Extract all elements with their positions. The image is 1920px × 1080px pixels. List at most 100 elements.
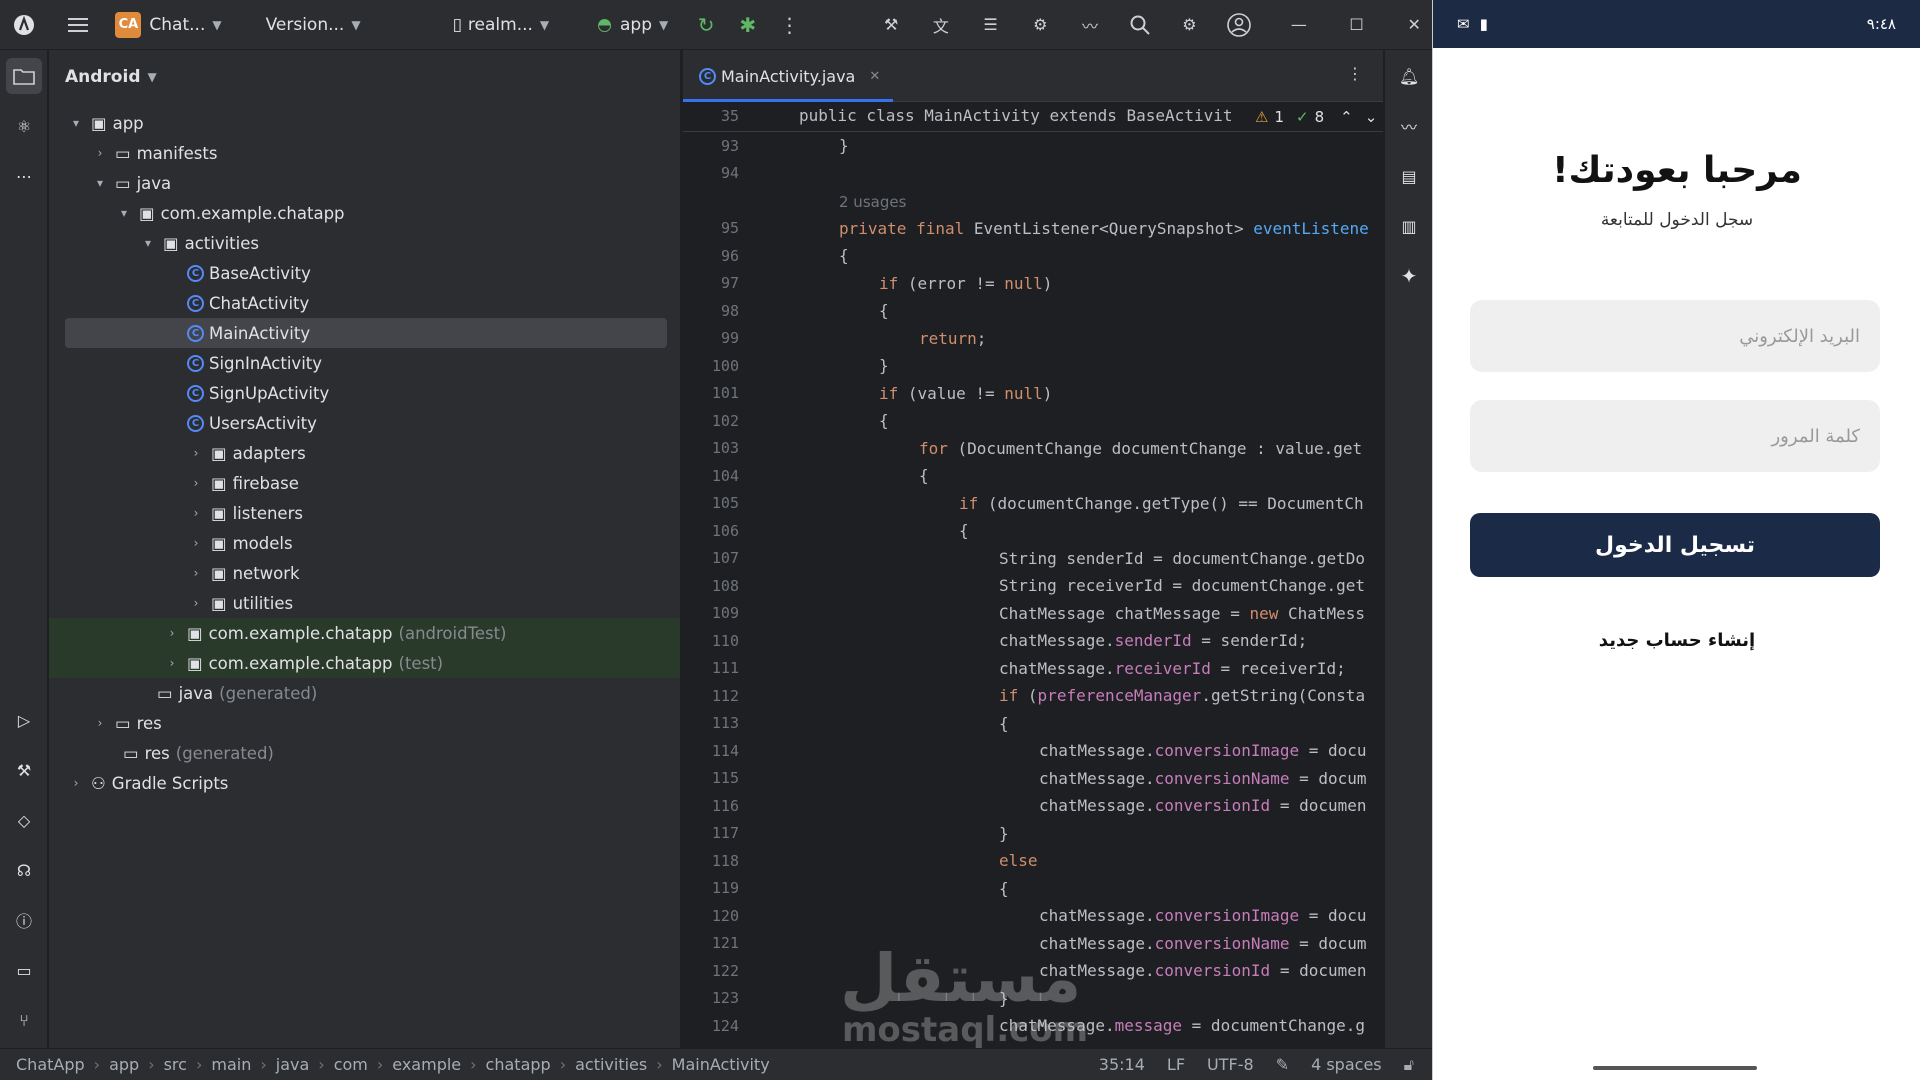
line-number[interactable]: 120 xyxy=(683,907,739,925)
line-number[interactable]: 102 xyxy=(683,412,739,430)
tree-item-package[interactable]: ▾ ▣ com.example.chatapp xyxy=(49,198,680,228)
breadcrumb-item[interactable]: ChatApp xyxy=(16,1055,85,1074)
debug-icon[interactable]: ✱ xyxy=(730,7,766,43)
device-selector[interactable]: ▯ realm... ▼ xyxy=(453,15,550,35)
collapse-arrow-icon[interactable]: › xyxy=(165,626,179,640)
code-line[interactable]: 96 { xyxy=(683,242,1383,270)
expand-arrow-icon[interactable]: ▾ xyxy=(141,236,155,250)
breadcrumb-item[interactable]: example xyxy=(392,1055,461,1074)
code-line[interactable]: 93} xyxy=(683,132,1383,160)
line-number[interactable]: 96 xyxy=(683,247,739,265)
tree-item-androidtest[interactable]: › ▣ com.example.chatapp (androidTest) xyxy=(49,618,680,648)
account-avatar-icon[interactable] xyxy=(1221,7,1257,43)
collapse-arrow-icon[interactable]: › xyxy=(189,476,203,490)
line-separator[interactable]: LF xyxy=(1167,1055,1185,1074)
line-number[interactable]: 119 xyxy=(683,879,739,897)
line-number[interactable]: 116 xyxy=(683,797,739,815)
caret-position[interactable]: 35:14 xyxy=(1099,1055,1145,1074)
code-style-icon[interactable]: ✎ xyxy=(1276,1055,1289,1074)
tree-item-models[interactable]: › ▣ models xyxy=(49,528,680,558)
code-line[interactable]: 104 { xyxy=(683,462,1383,490)
tree-item-baseactivity[interactable]: C BaseActivity xyxy=(49,258,680,288)
line-number[interactable]: 123 xyxy=(683,989,739,1007)
collapse-arrow-icon[interactable]: › xyxy=(189,506,203,520)
line-number[interactable]: 107 xyxy=(683,549,739,567)
code-line[interactable]: 98 { xyxy=(683,297,1383,325)
code-line[interactable]: 117} xyxy=(683,820,1383,848)
device-manager-icon[interactable]: ⚙ xyxy=(1022,7,1058,43)
line-number[interactable]: 112 xyxy=(683,687,739,705)
file-encoding[interactable]: UTF-8 xyxy=(1207,1055,1254,1074)
android-studio-logo-icon[interactable] xyxy=(6,7,42,43)
settings-gear-icon[interactable]: ⚙ xyxy=(1172,7,1208,43)
line-number[interactable]: 97 xyxy=(683,274,739,292)
code-line[interactable]: 119 { xyxy=(683,875,1383,903)
line-number[interactable]: 101 xyxy=(683,384,739,402)
line-number[interactable]: 104 xyxy=(683,467,739,485)
git-branch-icon[interactable]: ⑂ xyxy=(6,1002,42,1038)
tree-item-test[interactable]: › ▣ com.example.chatapp (test) xyxy=(49,648,680,678)
maximize-icon[interactable]: ☐ xyxy=(1339,7,1375,43)
code-line[interactable]: 112 if (preferenceManager.getString(Const… xyxy=(683,682,1383,710)
code-line[interactable]: 107 String senderId = documentChange.getD… xyxy=(683,545,1383,573)
line-number[interactable]: 105 xyxy=(683,494,739,512)
breadcrumb-item[interactable]: app xyxy=(109,1055,139,1074)
breadcrumb-item[interactable]: src xyxy=(164,1055,187,1074)
breadcrumb-item[interactable]: chatapp xyxy=(486,1055,551,1074)
previous-highlight-icon[interactable]: ⌃ xyxy=(1340,108,1353,126)
tree-item-firebase[interactable]: › ▣ firebase xyxy=(49,468,680,498)
expand-arrow-icon[interactable]: ▾ xyxy=(93,176,107,190)
tree-item-java-generated[interactable]: ▭ java (generated) xyxy=(49,678,680,708)
problems-icon[interactable]: ⓘ xyxy=(6,902,42,938)
project-view-selector[interactable]: Android ▼ xyxy=(49,50,680,104)
device-explorer-icon[interactable]: ▥ xyxy=(1391,208,1427,244)
collapse-arrow-icon[interactable]: › xyxy=(189,566,203,580)
tree-item-usersactivity[interactable]: C UsersActivity xyxy=(49,408,680,438)
code-line[interactable]: 100} xyxy=(683,352,1383,380)
collapse-arrow-icon[interactable]: › xyxy=(69,776,83,790)
code-line[interactable]: 101 if (value != null) xyxy=(683,380,1383,408)
minimize-icon[interactable]: — xyxy=(1281,7,1317,43)
gemini-sparkle-icon[interactable]: ✦ xyxy=(1391,258,1427,294)
password-field[interactable]: كلمة المرور xyxy=(1470,400,1880,472)
code-line[interactable]: 105 if (documentChange.getType() == Docum… xyxy=(683,490,1383,518)
device-streaming-icon[interactable]: 〰 xyxy=(1391,108,1427,144)
logcat-icon[interactable]: ☊ xyxy=(6,852,42,888)
tree-item-utilities[interactable]: › ▣ utilities xyxy=(49,588,680,618)
collapse-arrow-icon[interactable]: › xyxy=(93,716,107,730)
code-line[interactable]: 103 for (DocumentChange documentChange : … xyxy=(683,435,1383,463)
indent-setting[interactable]: 4 spaces xyxy=(1311,1055,1382,1074)
code-line[interactable]: 120 chatMessage.conversionImage = docu xyxy=(683,902,1383,930)
code-line[interactable]: 111 chatMessage.receiverId = receiverId; xyxy=(683,655,1383,683)
line-number[interactable]: 118 xyxy=(683,852,739,870)
more-actions-icon[interactable]: ⋮ xyxy=(772,7,808,43)
close-tab-icon[interactable]: ✕ xyxy=(869,69,880,84)
close-icon[interactable]: ✕ xyxy=(1396,7,1432,43)
line-number[interactable]: 99 xyxy=(683,329,739,347)
build-icon[interactable]: ⚒ xyxy=(6,752,42,788)
translate-icon[interactable]: 文 xyxy=(923,7,959,43)
code-line[interactable]: 115 chatMessage.conversionName = docum xyxy=(683,765,1383,793)
line-number[interactable]: 114 xyxy=(683,742,739,760)
code-line[interactable]: 97 if (error != null) xyxy=(683,270,1383,298)
breadcrumb-item[interactable]: com xyxy=(334,1055,368,1074)
code-line[interactable]: 114 chatMessage.conversionImage = docu xyxy=(683,737,1383,765)
version-control-menu[interactable]: Version... ▼ xyxy=(266,15,361,35)
search-icon[interactable] xyxy=(1122,7,1158,43)
code-line[interactable]: 113 { xyxy=(683,710,1383,738)
tree-item-java[interactable]: ▾ ▭ java xyxy=(49,168,680,198)
run-config-selector[interactable]: ◓ app ▼ xyxy=(597,15,668,35)
profiler-icon[interactable]: 〰 xyxy=(1072,7,1108,43)
usages-inlay-hint[interactable]: 2 usages xyxy=(839,193,906,211)
line-number[interactable]: 93 xyxy=(683,137,739,155)
tree-item-listeners[interactable]: › ▣ listeners xyxy=(49,498,680,528)
tree-item-res-generated[interactable]: ▭ res (generated) xyxy=(49,738,680,768)
gemini-diamond-icon[interactable]: ◇ xyxy=(6,802,42,838)
line-number[interactable]: 110 xyxy=(683,632,739,650)
tree-item-res[interactable]: › ▭ res xyxy=(49,708,680,738)
tab-mainactivity[interactable]: C MainActivity.java ✕ xyxy=(683,50,893,102)
expand-arrow-icon[interactable]: ▾ xyxy=(69,116,83,130)
line-number[interactable]: 103 xyxy=(683,439,739,457)
code-line[interactable]: 102 { xyxy=(683,407,1383,435)
code-line[interactable]: 106 { xyxy=(683,517,1383,545)
